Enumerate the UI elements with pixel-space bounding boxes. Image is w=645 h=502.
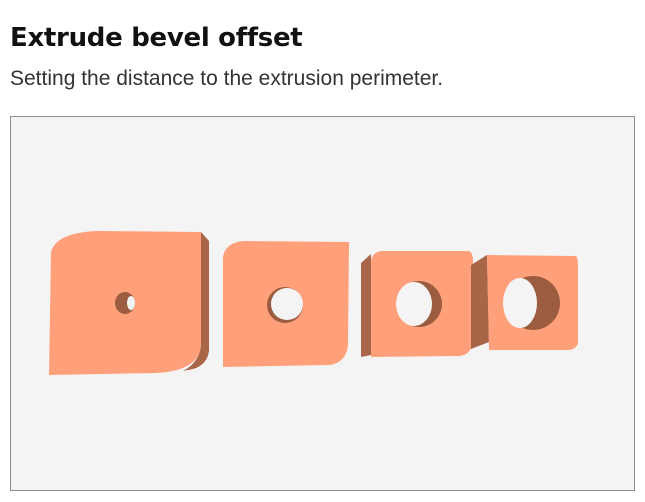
shape-4-side	[471, 255, 489, 349]
extruded-shape-2	[223, 241, 349, 367]
shape-2-hole-opening	[271, 288, 303, 320]
render-canvas[interactable]	[11, 117, 634, 490]
page-subtitle: Setting the distance to the extrusion pe…	[10, 67, 444, 90]
extruded-shape-4	[471, 255, 578, 350]
extruded-shape-1	[49, 231, 209, 375]
extruded-shape-3	[361, 251, 473, 357]
shape-4-hole-opening	[503, 278, 537, 328]
render-viewport[interactable]	[10, 116, 635, 491]
shape-1-hole-highlight	[127, 296, 135, 310]
page-title: Extrude bevel offset	[10, 23, 303, 53]
shape-3-hole-opening	[396, 282, 432, 326]
shape-3-side	[361, 254, 371, 357]
